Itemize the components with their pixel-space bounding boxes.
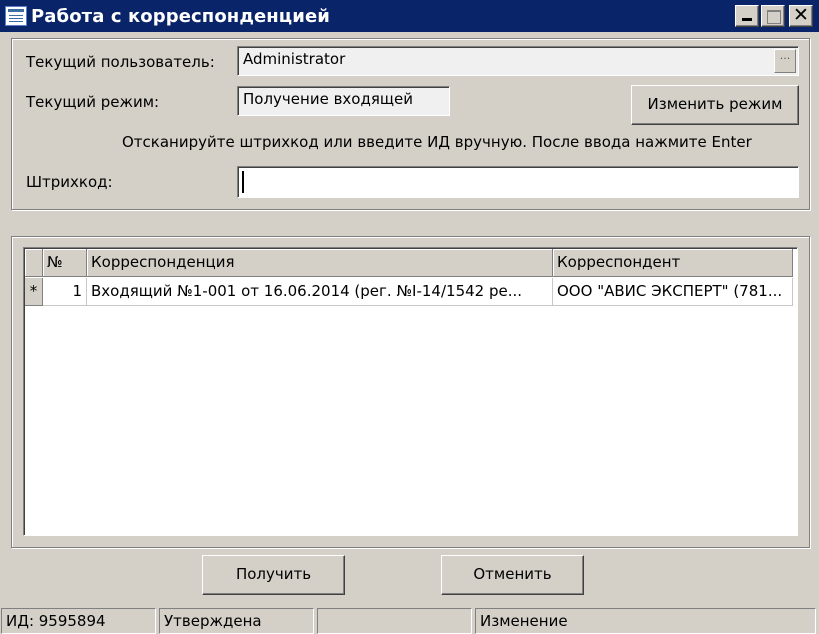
receive-button[interactable]: Получить — [202, 555, 345, 595]
current-mode-field: Получение входящей — [237, 86, 450, 116]
column-header-correspondence[interactable]: Корреспонденция — [87, 249, 553, 277]
column-header-number[interactable]: № — [43, 249, 87, 277]
change-mode-button[interactable]: Изменить режим — [631, 85, 799, 125]
status-change: Изменение — [475, 608, 816, 634]
correspondence-table[interactable]: № Корреспонденция Корреспондент * 1 Вход… — [23, 247, 798, 536]
cancel-button[interactable]: Отменить — [441, 555, 584, 595]
table-cell-correspondent[interactable]: ООО "АВИС ЭКСПЕРТ" (781... — [553, 278, 793, 306]
close-button[interactable]: ✕ — [789, 5, 813, 27]
barcode-label: Штрихкод: — [26, 173, 113, 191]
window-title: Работа с корреспонденцией — [31, 5, 330, 27]
minimize-button[interactable] — [735, 5, 759, 27]
status-id: ИД: 9595894 — [1, 608, 156, 634]
user-browse-button[interactable]: ··· — [774, 49, 796, 73]
row-header-corner — [25, 249, 43, 277]
maximize-button[interactable] — [761, 5, 785, 27]
current-mode-label: Текущий режим: — [26, 93, 160, 111]
table-cell-number[interactable]: 1 — [43, 278, 87, 306]
table-cell-correspondence[interactable]: Входящий №1-001 от 16.06.2014 (рег. №I-1… — [87, 278, 553, 306]
column-header-correspondent[interactable]: Корреспондент — [553, 249, 793, 277]
current-mode-value: Получение входящей — [243, 90, 413, 108]
barcode-input[interactable] — [237, 166, 799, 198]
status-state: Утверждена — [159, 608, 314, 634]
current-user-label: Текущий пользователь: — [26, 53, 215, 71]
title-bar[interactable]: Работа с корреспонденцией ✕ — [0, 0, 819, 32]
text-caret — [242, 171, 244, 193]
current-user-value: Administrator — [243, 50, 346, 68]
window-list-icon — [5, 6, 27, 26]
status-empty — [317, 608, 472, 634]
current-user-field: Administrator ··· — [237, 46, 799, 76]
instruction-text: Отсканируйте штрихкод или введите ИД вру… — [122, 133, 752, 151]
row-marker[interactable]: * — [25, 278, 43, 306]
